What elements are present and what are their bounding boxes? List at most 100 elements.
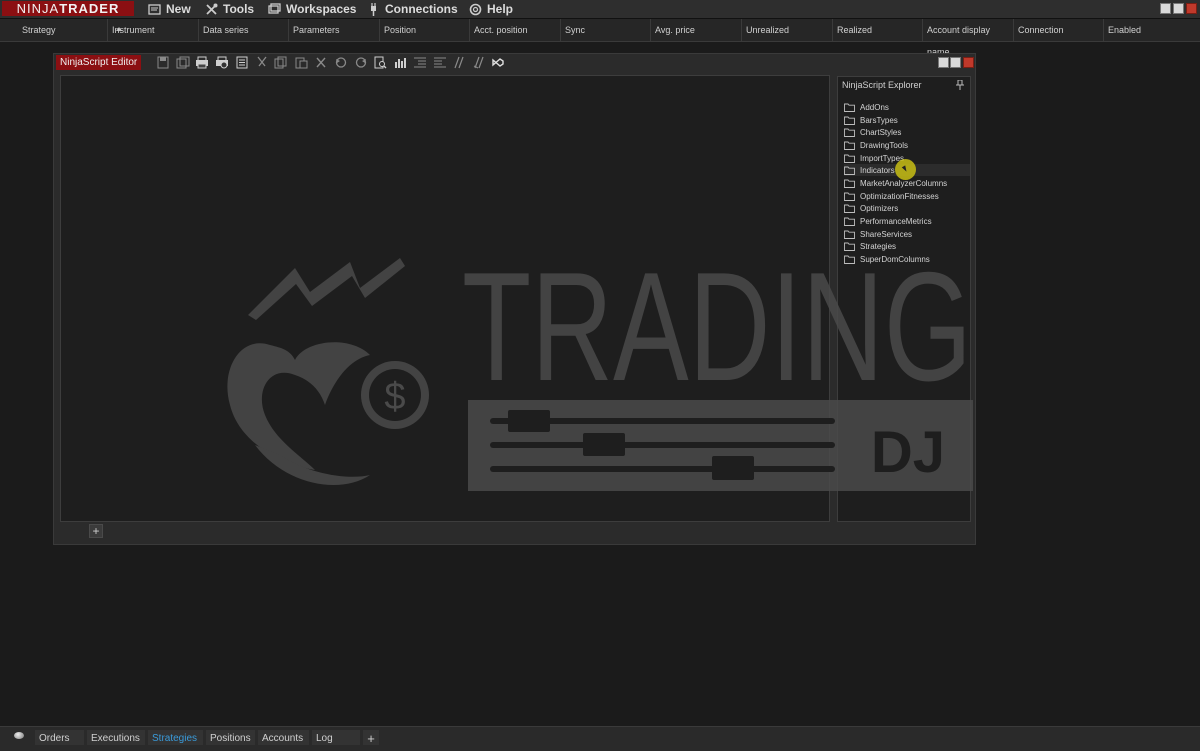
editor-close-icon[interactable]	[963, 57, 974, 68]
logo-text-left: NINJA	[16, 1, 60, 16]
folder-label: Optimizers	[860, 203, 899, 213]
column-avg-price[interactable]: Avg. price	[651, 19, 742, 41]
help-icon	[469, 3, 482, 15]
menu-help[interactable]: Help	[469, 0, 513, 18]
menu-tools-label: Tools	[223, 2, 255, 16]
folder-icon	[844, 166, 855, 175]
column-enabled[interactable]: Enabled	[1104, 19, 1200, 41]
explorer-folder-superdomcolumns[interactable]: SuperDomColumns	[844, 253, 930, 265]
folder-label: PerformanceMetrics	[860, 216, 932, 226]
editor-maximize-icon[interactable]	[950, 57, 961, 68]
explorer-folder-marketanalyzercolumns[interactable]: MarketAnalyzerColumns	[844, 177, 947, 189]
menu-connections[interactable]: Connections	[367, 0, 458, 18]
workspace-globe-icon[interactable]	[14, 732, 24, 739]
column-unrealized[interactable]: Unrealized	[742, 19, 833, 41]
pin-icon[interactable]	[956, 80, 964, 90]
column-realized-label: Realized	[837, 25, 873, 35]
column-instrument[interactable]: Instrument	[108, 19, 199, 41]
column-parameters-label: Parameters	[293, 25, 340, 35]
comment-icon[interactable]	[452, 56, 466, 69]
column-position[interactable]: Position	[380, 19, 470, 41]
explorer-folder-optimizationfitnesses[interactable]: OptimizationFitnesses	[844, 190, 939, 202]
folder-icon	[844, 204, 855, 213]
folder-icon	[844, 103, 855, 112]
explorer-folder-optimizers[interactable]: Optimizers	[844, 202, 898, 214]
compile-chart-icon[interactable]	[393, 56, 407, 69]
tab-log[interactable]: Log	[311, 729, 361, 746]
code-editor-area[interactable]	[60, 75, 830, 522]
column-parameters[interactable]: Parameters	[289, 19, 380, 41]
redo-icon[interactable]	[354, 56, 368, 69]
visual-studio-icon[interactable]	[491, 56, 505, 69]
column-strategy[interactable]: Strategy	[18, 19, 122, 41]
editor-title[interactable]: NinjaScript Editor	[56, 55, 142, 70]
add-tab-button[interactable]: +	[362, 729, 380, 746]
close-icon[interactable]	[1186, 3, 1197, 14]
tab-orders[interactable]: Orders	[34, 729, 85, 746]
column-sync-label: Sync	[565, 25, 586, 35]
folder-icon	[844, 255, 855, 264]
delete-icon[interactable]	[314, 56, 328, 69]
menu-tools[interactable]: Tools	[205, 0, 254, 18]
column-data-series[interactable]: Data series	[199, 19, 289, 41]
ninjatrader-logo[interactable]: NINJATRADER	[2, 1, 134, 16]
folder-label: Strategies	[860, 241, 897, 251]
tab-executions[interactable]: Executions	[86, 729, 146, 746]
menu-workspaces[interactable]: Workspaces	[268, 0, 356, 18]
explorer-folder-performancemetrics[interactable]: PerformanceMetrics	[844, 215, 932, 227]
page-setup-icon[interactable]	[235, 56, 249, 69]
save-all-icon[interactable]	[176, 56, 190, 69]
indent-icon[interactable]	[413, 56, 427, 69]
folder-icon	[844, 242, 855, 251]
editor-minimize-icon[interactable]	[938, 57, 949, 68]
menu-new[interactable]: New	[148, 0, 191, 18]
explorer-folder-barstypes[interactable]: BarsTypes	[844, 114, 898, 126]
new-window-icon	[148, 3, 161, 15]
ninjascript-explorer-panel: NinjaScript Explorer AddOns BarsTypes Ch…	[837, 76, 971, 522]
find-icon[interactable]	[373, 56, 387, 69]
print-preview-icon[interactable]	[215, 56, 229, 69]
column-account-display-name[interactable]: Account display name	[923, 19, 1014, 57]
print-icon[interactable]	[195, 56, 209, 69]
minimize-icon[interactable]	[1160, 3, 1171, 14]
paste-icon[interactable]	[294, 56, 308, 69]
tab-accounts[interactable]: Accounts	[257, 729, 310, 746]
logo-text-right: TRADER	[59, 1, 120, 16]
menu-help-label: Help	[487, 2, 514, 16]
explorer-folder-chartstyles[interactable]: ChartStyles	[844, 126, 901, 138]
outdent-icon[interactable]	[433, 56, 447, 69]
copy-icon[interactable]	[274, 56, 288, 69]
folder-label: Indicators	[860, 165, 895, 175]
save-icon[interactable]	[156, 56, 170, 69]
tools-icon	[206, 3, 218, 15]
explorer-folder-importtypes[interactable]: ImportTypes	[844, 152, 904, 164]
folder-icon	[844, 128, 855, 137]
folder-icon	[844, 154, 855, 163]
undo-icon[interactable]	[334, 56, 348, 69]
folder-icon	[844, 116, 855, 125]
folder-icon	[844, 192, 855, 201]
tab-strategies[interactable]: Strategies	[147, 729, 204, 746]
explorer-folder-strategies[interactable]: Strategies	[844, 240, 896, 252]
connections-plug-icon	[371, 2, 376, 16]
add-editor-tab-button[interactable]: +	[89, 524, 103, 538]
restore-icon[interactable]	[1173, 3, 1184, 14]
folder-icon	[844, 230, 855, 239]
column-data-series-label: Data series	[203, 25, 249, 35]
explorer-folder-shareservices[interactable]: ShareServices	[844, 228, 912, 240]
explorer-folder-addons[interactable]: AddOns	[844, 101, 889, 113]
explorer-folder-drawingtools[interactable]: DrawingTools	[844, 139, 908, 151]
folder-label: BarsTypes	[860, 115, 898, 125]
cut-icon[interactable]	[255, 56, 269, 69]
column-connection[interactable]: Connection	[1014, 19, 1104, 41]
column-realized[interactable]: Realized	[833, 19, 923, 41]
uncomment-icon[interactable]	[472, 56, 486, 69]
tab-positions[interactable]: Positions	[205, 729, 256, 746]
column-avg-price-label: Avg. price	[655, 25, 695, 35]
column-sync[interactable]: Sync	[561, 19, 651, 41]
column-acct-position[interactable]: Acct. position	[470, 19, 561, 41]
folder-label: SuperDomColumns	[860, 254, 930, 264]
menu-workspaces-label: Workspaces	[286, 2, 357, 16]
top-menu-bar: NINJATRADER New Tools Workspaces Connect…	[0, 0, 1200, 19]
folder-label: DrawingTools	[860, 140, 909, 150]
